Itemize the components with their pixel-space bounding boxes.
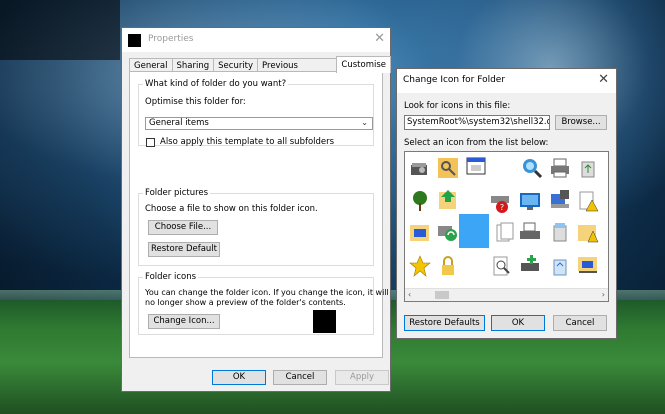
folder-computer-icon[interactable] [409, 221, 431, 243]
warning-folder-icon[interactable] [577, 221, 599, 243]
restore-defaults-button[interactable]: Restore Defaults [404, 315, 485, 331]
properties-ok-button[interactable]: OK [212, 370, 266, 385]
subfolders-checkbox-label: Also apply this template to all subfolde… [160, 137, 335, 147]
printer-icon[interactable] [549, 157, 571, 179]
desktop-dark-corner [0, 0, 120, 60]
properties-close-button[interactable]: ✕ [374, 31, 385, 46]
restore-default-button[interactable]: Restore Default [148, 242, 220, 257]
folder-icons-description-2: no longer show a preview of the folder's… [145, 298, 346, 307]
look-for-label: Look for icons in this file: [404, 101, 511, 111]
folder-type-legend: What kind of folder do you want? [143, 79, 289, 89]
customise-tab-panel: What kind of folder do you want? Optimis… [129, 71, 389, 358]
folder-up-icon[interactable] [437, 188, 459, 210]
network-drive-error-icon[interactable]: ? [490, 192, 512, 214]
selected-folder-icon[interactable] [459, 214, 489, 248]
svg-text:?: ? [500, 203, 504, 212]
folder-network-icon[interactable] [577, 253, 599, 275]
folder-pictures-description: Choose a file to show on this folder ico… [145, 204, 318, 214]
tab-customise[interactable]: Customise [336, 56, 391, 73]
folder-icons-description-1: You can change the folder icon. If you c… [145, 288, 389, 297]
optimise-label: Optimise this folder for: [145, 97, 246, 107]
scroll-left-icon[interactable]: ‹ [408, 289, 411, 301]
disk-drive-icon[interactable] [409, 157, 431, 179]
documents-icon[interactable] [495, 221, 517, 243]
lock-icon[interactable] [437, 255, 459, 277]
change-icon-dialog: Change Icon for Folder ✕ Look for icons … [396, 68, 617, 339]
computer-save-icon[interactable] [549, 188, 571, 210]
recycle-full-icon[interactable] [549, 221, 571, 243]
star-icon[interactable] [409, 255, 431, 277]
icon-list-horizontal-scrollbar[interactable]: ‹ › [405, 288, 608, 301]
properties-title: Properties [148, 34, 194, 44]
properties-apply-button[interactable]: Apply [335, 370, 389, 385]
optimise-select[interactable]: General items ⌄ [145, 117, 373, 130]
select-icon-label: Select an icon from the list below: [404, 138, 549, 148]
search-document-icon[interactable] [491, 255, 513, 277]
properties-titlebar[interactable]: Properties ✕ [122, 28, 390, 52]
scroll-right-icon[interactable]: › [602, 289, 605, 301]
tree-icon[interactable] [409, 190, 431, 212]
folder-thumbnail-icon [128, 34, 141, 47]
browse-button[interactable]: Browse... [555, 115, 607, 130]
recycle-bin-icon[interactable] [577, 157, 599, 179]
choose-file-button[interactable]: Choose File... [148, 220, 218, 235]
printers-icon[interactable] [519, 253, 541, 275]
recycle-bin-blue-icon[interactable] [549, 255, 571, 277]
change-icon-button[interactable]: Change Icon... [148, 314, 220, 329]
change-icon-close-button[interactable]: ✕ [598, 72, 609, 87]
monitor-icon[interactable] [519, 190, 541, 212]
chevron-down-icon: ⌄ [361, 118, 368, 127]
sync-arrows-icon[interactable] [437, 221, 459, 243]
change-icon-cancel-button[interactable]: Cancel [553, 315, 607, 331]
properties-window: Properties ✕ General Sharing Security Pr… [121, 27, 391, 392]
change-icon-titlebar[interactable]: Change Icon for Folder ✕ [397, 69, 616, 93]
window-app-icon[interactable] [465, 155, 487, 177]
magnifier-globe-icon[interactable] [521, 157, 543, 179]
properties-tabs: General Sharing Security Previous Versio… [129, 56, 391, 83]
scrollbar-thumb[interactable] [435, 291, 449, 299]
icon-file-path-input[interactable]: SystemRoot%\system32\shell32.dll [404, 115, 550, 130]
key-icon[interactable] [437, 157, 459, 179]
folder-icon-preview [313, 310, 336, 333]
icon-list[interactable]: ? ‹ › [404, 151, 609, 302]
folder-pictures-legend: Folder pictures [143, 188, 211, 198]
change-icon-ok-button[interactable]: OK [491, 315, 545, 331]
properties-cancel-button[interactable]: Cancel [273, 370, 327, 385]
warning-file-icon[interactable] [577, 190, 599, 212]
printer-paper-icon[interactable] [519, 221, 541, 243]
folder-icons-legend: Folder icons [143, 272, 199, 282]
change-icon-title: Change Icon for Folder [403, 75, 506, 85]
subfolders-checkbox[interactable] [146, 138, 155, 147]
optimise-value: General items [149, 118, 209, 128]
